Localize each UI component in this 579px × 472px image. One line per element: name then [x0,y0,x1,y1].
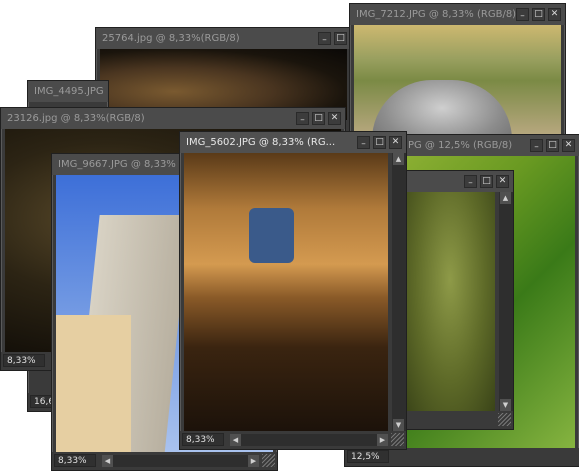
minimize-icon[interactable]: – [296,112,309,125]
close-icon[interactable]: ✕ [562,139,575,152]
close-icon[interactable]: ✕ [328,112,341,125]
scroll-right-arrow[interactable]: ▶ [248,455,259,467]
zoom-field[interactable]: 8,33% [3,354,45,367]
horizontal-scrollbar[interactable]: ◀ ▶ [230,434,388,446]
maximize-icon[interactable]: □ [546,139,559,152]
maximize-icon[interactable]: □ [532,8,545,21]
status-bar: 12,5% [345,448,579,466]
document-window-img-5602[interactable]: IMG_5602.JPG @ 8,33% (RG... – □ ✕ ▲ ▼ 8,… [179,131,407,450]
scroll-down-arrow[interactable]: ▼ [500,399,511,411]
maximize-icon[interactable]: □ [334,32,347,45]
figure-shape [249,208,294,263]
status-bar [401,411,513,429]
window-controls: – □ ✕ [296,112,341,125]
maximize-icon[interactable]: □ [312,112,325,125]
scroll-left-arrow[interactable]: ◀ [102,455,113,467]
close-icon[interactable]: ✕ [496,175,509,188]
minimize-icon[interactable]: – [464,175,477,188]
window-controls: – □ ✕ [357,136,402,149]
close-icon[interactable]: ✕ [548,8,561,21]
document-window-greenery[interactable]: – □ ✕ ▲ ▼ [400,170,514,430]
maximize-icon[interactable]: □ [480,175,493,188]
minimize-icon[interactable]: – [357,136,370,149]
window-controls: – □ ✕ [516,8,561,21]
resize-grip-icon[interactable] [498,413,511,426]
document-window-img-7212[interactable]: IMG_7212.JPG @ 8,33% (RGB/8) – □ ✕ [349,3,566,139]
close-icon[interactable]: ✕ [389,136,402,149]
scroll-down-arrow[interactable]: ▼ [393,419,404,431]
maximize-icon[interactable]: □ [373,136,386,149]
image-canvas[interactable] [184,153,388,431]
window-title[interactable]: 23126.jpg @ 8,33%(RGB/8) [1,108,345,129]
status-bar: 8,33% ◀ ▶ [52,452,277,470]
statue-shape [372,80,512,136]
scroll-up-arrow[interactable]: ▲ [500,192,511,204]
status-bar: 8,33% ◀ ▶ [180,431,406,449]
scroll-left-arrow[interactable]: ◀ [230,434,241,446]
scroll-right-arrow[interactable]: ▶ [377,434,388,446]
window-controls: – □ ✕ [464,175,509,188]
scroll-up-arrow[interactable]: ▲ [393,153,404,165]
vertical-scrollbar[interactable]: ▲ ▼ [499,192,513,411]
minimize-icon[interactable]: – [530,139,543,152]
minimize-icon[interactable]: – [516,8,529,21]
window-title[interactable]: 25764.jpg @ 8,33%(RGB/8) [96,28,351,49]
horizontal-scrollbar[interactable]: ◀ ▶ [102,455,259,467]
house-shape [56,315,131,452]
image-canvas[interactable] [354,25,561,136]
resize-grip-icon[interactable] [391,433,404,446]
zoom-field[interactable]: 8,33% [54,454,96,467]
image-canvas[interactable] [405,192,495,411]
vertical-scrollbar[interactable]: ▲ ▼ [392,153,406,431]
minimize-icon[interactable]: – [318,32,331,45]
window-controls: – □ [318,32,347,45]
window-controls: – □ ✕ [530,139,575,152]
zoom-field[interactable]: 8,33% [182,433,224,446]
window-title[interactable]: IMG_4495.JPG [28,81,108,102]
zoom-field[interactable]: 12,5% [347,450,389,463]
resize-grip-icon[interactable] [262,454,275,467]
